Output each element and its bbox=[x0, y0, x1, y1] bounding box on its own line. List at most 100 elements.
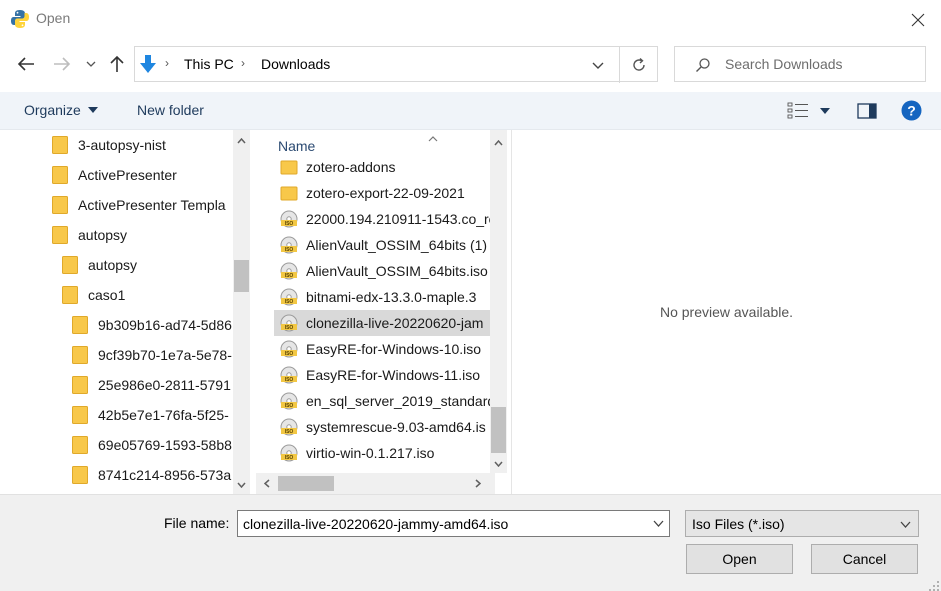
refresh-icon bbox=[633, 57, 645, 71]
disc-image-icon: ISO bbox=[280, 392, 298, 410]
help-icon: ? bbox=[901, 100, 921, 120]
caret-down-icon bbox=[820, 108, 830, 114]
file-list-scroll-thumb[interactable] bbox=[491, 407, 506, 453]
svg-text:ISO: ISO bbox=[285, 221, 294, 227]
forward-button[interactable] bbox=[50, 52, 74, 76]
scroll-down-button[interactable] bbox=[490, 455, 507, 472]
new-folder-button[interactable]: New folder bbox=[137, 102, 204, 118]
svg-text:?: ? bbox=[907, 102, 916, 118]
breadcrumb-separator-icon: › bbox=[165, 56, 169, 70]
title-bar: Open bbox=[0, 0, 941, 40]
disc-image-icon: ISO bbox=[280, 262, 298, 280]
help-button[interactable]: ? bbox=[900, 99, 922, 121]
folder-icon bbox=[72, 316, 88, 334]
back-button[interactable] bbox=[14, 52, 38, 76]
file-row[interactable]: ISO EasyRE-for-Windows-10.iso bbox=[274, 336, 490, 362]
nav-item-label: autopsy bbox=[88, 257, 138, 273]
preview-pane-button[interactable] bbox=[855, 101, 879, 121]
name-column-header[interactable]: Name bbox=[278, 138, 315, 154]
cancel-button[interactable]: Cancel bbox=[811, 544, 918, 574]
nav-item[interactable]: autopsy bbox=[62, 250, 137, 280]
file-name-input[interactable]: clonezilla-live-20220620-jammy-amd64.iso bbox=[237, 510, 670, 537]
nav-scroll-thumb[interactable] bbox=[234, 260, 249, 292]
window-title: Open bbox=[36, 10, 71, 26]
breadcrumb-downloads[interactable]: Downloads bbox=[261, 56, 330, 72]
file-row[interactable]: zotero-export-22-09-2021 bbox=[274, 180, 490, 206]
file-row[interactable]: ISO 22000.194.210911-1543.co_re bbox=[274, 206, 490, 232]
folder-icon bbox=[280, 160, 298, 175]
folder-icon bbox=[72, 406, 88, 424]
file-name-history-button[interactable] bbox=[648, 511, 669, 536]
nav-item[interactable]: caso1 bbox=[62, 280, 125, 310]
file-type-select[interactable]: Iso Files (*.iso) bbox=[685, 510, 919, 537]
nav-item[interactable]: autopsy bbox=[52, 220, 127, 250]
file-row[interactable]: ISO AlienVault_OSSIM_64bits (1) bbox=[274, 232, 490, 258]
file-row[interactable]: ISO virtio-win-0.1.217.iso bbox=[274, 440, 490, 466]
nav-item[interactable]: 9cf39b70-1e7a-5e78- bbox=[72, 340, 232, 370]
chevron-down-icon bbox=[237, 482, 246, 488]
nav-item[interactable]: 25e986e0-2811-5791 bbox=[72, 370, 231, 400]
svg-text:ISO: ISO bbox=[285, 455, 294, 461]
horizontal-scrollbar[interactable] bbox=[256, 473, 495, 494]
file-name-label: File name: bbox=[164, 515, 230, 531]
file-row[interactable]: zotero-addons bbox=[274, 154, 490, 180]
view-options-button[interactable] bbox=[787, 101, 809, 121]
search-icon bbox=[696, 58, 710, 72]
nav-item-label: ActivePresenter bbox=[78, 167, 177, 183]
up-button[interactable] bbox=[105, 52, 129, 76]
nav-item[interactable]: 8741c214-8956-573a bbox=[72, 460, 231, 490]
chevron-right-icon bbox=[475, 479, 481, 488]
nav-item-label: 3-autopsy-nist bbox=[78, 137, 166, 153]
file-row[interactable]: ISO systemrescue-9.03-amd64.is bbox=[274, 414, 490, 440]
horizontal-scroll-thumb[interactable] bbox=[278, 476, 334, 491]
file-list-scrollbar[interactable] bbox=[490, 130, 507, 473]
svg-text:ISO: ISO bbox=[285, 299, 294, 305]
nav-scrollbar[interactable] bbox=[233, 130, 250, 494]
address-history-button[interactable] bbox=[587, 55, 609, 75]
chevron-up-icon bbox=[237, 137, 246, 143]
close-icon bbox=[911, 13, 925, 27]
nav-item[interactable]: ActivePresenter Templa bbox=[52, 190, 226, 220]
close-button[interactable] bbox=[900, 6, 936, 34]
arrow-right-icon bbox=[54, 57, 71, 71]
nav-item[interactable]: ActivePresenter bbox=[52, 160, 177, 190]
organize-button[interactable]: Organize bbox=[24, 102, 98, 118]
breadcrumb-this-pc[interactable]: This PC bbox=[184, 56, 234, 72]
file-row[interactable]: ISO AlienVault_OSSIM_64bits.iso bbox=[274, 258, 490, 284]
nav-item-label: 9cf39b70-1e7a-5e78- bbox=[98, 347, 232, 363]
disc-image-icon: ISO bbox=[280, 366, 298, 384]
nav-item-label: autopsy bbox=[78, 227, 128, 243]
nav-item[interactable]: 42b5e7e1-76fa-5f25- bbox=[72, 400, 229, 430]
svg-text:ISO: ISO bbox=[285, 403, 294, 409]
disc-image-icon: ISO bbox=[280, 314, 298, 332]
file-row[interactable]: ISO en_sql_server_2019_standard bbox=[274, 388, 490, 414]
nav-item-label: caso1 bbox=[88, 287, 126, 303]
recent-locations-button[interactable] bbox=[82, 54, 100, 74]
chevron-down-icon bbox=[653, 520, 664, 527]
search-input[interactable]: Search Downloads bbox=[674, 46, 926, 82]
nav-item[interactable]: 69e05769-1593-58b8 bbox=[72, 430, 232, 460]
address-bar[interactable]: › This PC › Downloads bbox=[134, 46, 658, 83]
file-row[interactable]: ISO bitnami-edx-13.3.0-maple.3 bbox=[274, 284, 490, 310]
file-row[interactable]: ISO clonezilla-live-20220620-jam bbox=[274, 310, 490, 336]
refresh-button[interactable] bbox=[619, 47, 658, 83]
nav-item[interactable]: 9b309b16-ad74-5d86 bbox=[72, 310, 232, 340]
file-row[interactable]: ISO EasyRE-for-Windows-11.iso bbox=[274, 362, 490, 388]
file-name: virtio-win-0.1.217.iso bbox=[306, 445, 435, 461]
nav-item[interactable]: 3-autopsy-nist bbox=[52, 130, 166, 160]
view-menu-button[interactable] bbox=[817, 104, 833, 118]
folder-icon bbox=[62, 256, 78, 274]
disc-image-icon: ISO bbox=[280, 288, 298, 306]
svg-text:ISO: ISO bbox=[285, 247, 294, 253]
navigation-pane: 3-autopsy-nist ActivePresenter ActivePrese… bbox=[0, 130, 251, 494]
resize-grip-icon[interactable] bbox=[928, 579, 940, 591]
svg-text:ISO: ISO bbox=[285, 325, 294, 331]
scroll-down-button[interactable] bbox=[233, 476, 250, 493]
scroll-right-button[interactable] bbox=[469, 475, 486, 492]
scroll-left-button[interactable] bbox=[258, 475, 275, 492]
preview-message: No preview available. bbox=[659, 304, 794, 320]
preview-pane: No preview available. bbox=[512, 130, 941, 494]
scroll-up-button[interactable] bbox=[490, 134, 507, 151]
open-button[interactable]: Open bbox=[686, 544, 793, 574]
scroll-up-button[interactable] bbox=[233, 132, 250, 149]
